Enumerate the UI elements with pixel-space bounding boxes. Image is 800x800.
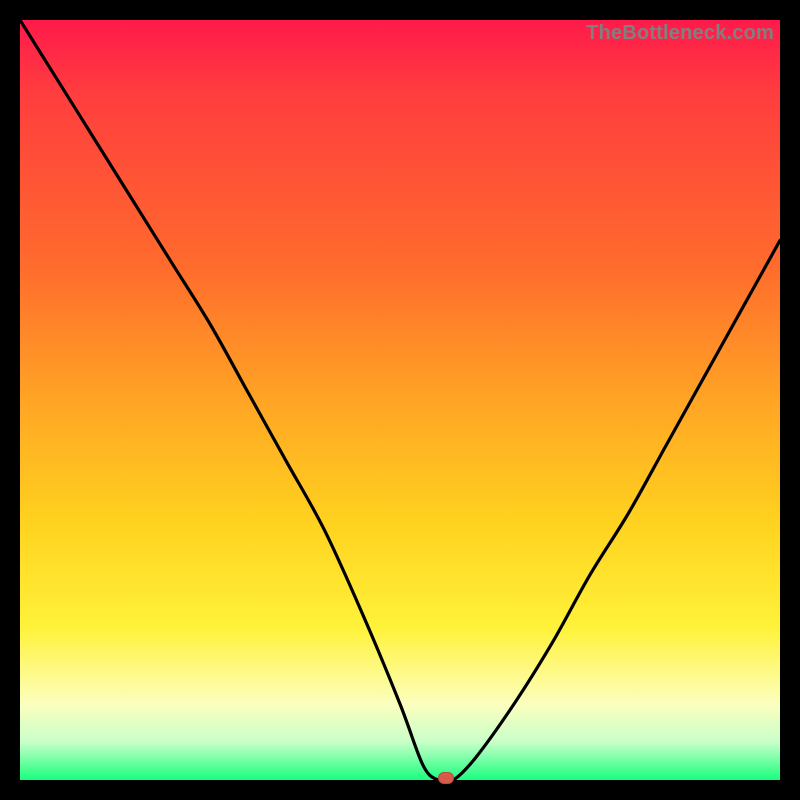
attribution-label: TheBottleneck.com (586, 22, 774, 45)
minimum-marker-icon (438, 772, 454, 784)
chart-plot-area: TheBottleneck.com (20, 20, 780, 780)
chart-frame: TheBottleneck.com (0, 0, 800, 800)
bottleneck-curve (20, 20, 780, 780)
